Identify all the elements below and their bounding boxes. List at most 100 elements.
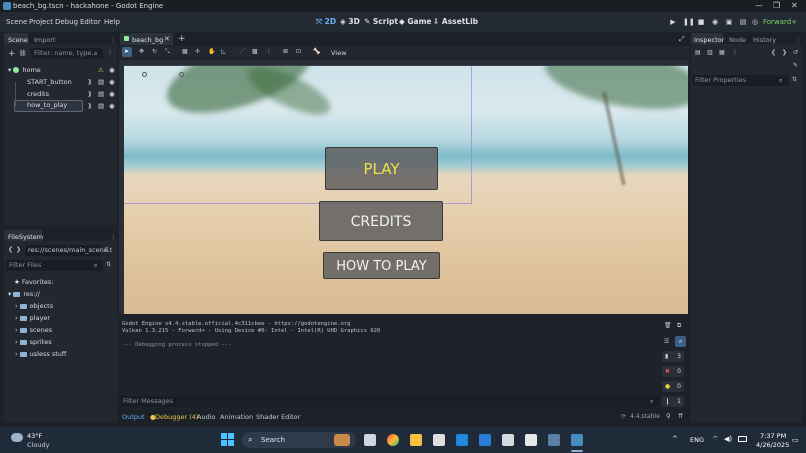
workspace-script[interactable]: ✎ Script — [364, 17, 398, 26]
tab-history[interactable]: History — [753, 36, 776, 44]
stop-icon[interactable]: ■ — [697, 18, 705, 26]
distraction-free-icon[interactable]: ⤢ — [679, 35, 685, 44]
favorites-row[interactable]: ★ Favorites: — [14, 278, 53, 286]
rotate-tool-icon[interactable]: ↻ — [152, 48, 157, 55]
tab-shader-editor[interactable]: Shader Editor — [256, 413, 300, 421]
renderer-select[interactable]: Forward+ — [763, 18, 797, 26]
how-to-play-button[interactable]: HOW TO PLAY — [323, 252, 440, 279]
move-tool-icon[interactable]: ✥ — [139, 48, 144, 55]
anchor-handle[interactable] — [179, 72, 184, 77]
copilot-icon[interactable] — [387, 434, 399, 446]
search-log-icon[interactable]: ⌕ — [675, 336, 686, 347]
clock-time[interactable]: 7:37 PM — [760, 432, 786, 440]
app-icon-2[interactable] — [525, 434, 537, 446]
app-icon[interactable] — [502, 434, 514, 446]
tree-node-start-button[interactable]: START_button ⟫ ▤ ◉ — [8, 78, 116, 86]
dock-menu-icon[interactable]: ⋮ — [110, 36, 117, 44]
pan-tool-icon[interactable]: ✋ — [208, 48, 215, 55]
property-options-icon[interactable]: ⇅ — [792, 76, 797, 83]
outlook-icon[interactable] — [456, 434, 468, 446]
dock-menu-icon[interactable]: ⋮ — [110, 233, 117, 241]
menu-editor[interactable]: Editor — [80, 18, 101, 26]
lock-icon[interactable]: ⊠ — [283, 48, 288, 55]
tab-animation[interactable]: Animation — [220, 413, 253, 421]
play-project-icon[interactable]: ▶ — [669, 18, 677, 26]
script-icon[interactable]: ▤ — [98, 102, 104, 110]
visibility-icon[interactable]: ◉ — [109, 78, 115, 86]
workspace-assetlib[interactable]: ⇩ AssetLib — [433, 17, 478, 26]
scale-tool-icon[interactable]: ⤡ — [165, 48, 170, 56]
tool-icon[interactable]: ✎ — [793, 62, 798, 69]
split-view-icon[interactable]: ▯ — [105, 246, 108, 253]
copy-log-icon[interactable]: ⧉ — [677, 322, 681, 330]
movie-maker-icon[interactable]: ◎ — [751, 18, 759, 26]
folder-sprites[interactable]: › sprites — [15, 338, 52, 346]
errors-filter-button[interactable]: ✖ 0 — [662, 366, 684, 377]
back-icon[interactable]: ❮ — [8, 246, 13, 253]
taskbar-search-box[interactable]: ⌕ Search — [242, 432, 356, 448]
folder-usless-stuff[interactable]: › usless stuff — [15, 350, 66, 358]
menu-debug[interactable]: Debug — [55, 18, 78, 26]
forward-icon[interactable]: ❯ — [16, 246, 21, 253]
workspace-game[interactable]: ◆ Game — [399, 17, 432, 26]
play-button[interactable]: PLAY — [325, 147, 438, 190]
path-input[interactable]: res://scenes/main_scene.t — [25, 245, 112, 256]
weather-temp[interactable]: 43°F — [27, 432, 42, 440]
tree-node-how-to-play[interactable]: how_to_play — [14, 100, 83, 112]
tray-chevron-icon[interactable]: ^ — [672, 435, 678, 443]
messages-filter-button[interactable]: ▮ 3 — [662, 351, 684, 362]
scene-filter-input[interactable]: Filter: name, type... — [31, 48, 103, 59]
clock-date[interactable]: 4/26/2025 — [756, 441, 789, 449]
wifi-icon[interactable]: ⌔ — [712, 435, 719, 444]
anchor-handle[interactable] — [142, 72, 147, 77]
add-node-icon[interactable]: + — [8, 49, 16, 59]
expand-panel-icon[interactable]: ⇈ — [678, 412, 683, 420]
new-resource-icon[interactable]: ▤ — [695, 49, 701, 56]
bone-icon[interactable]: 🦴 — [313, 48, 320, 55]
selectable-tool-icon[interactable]: ▦ — [182, 48, 188, 55]
object-history-icon[interactable]: ↺ — [793, 49, 798, 56]
signal-icon[interactable]: ⟫ — [88, 102, 92, 110]
history-forward-icon[interactable]: ❯ — [782, 49, 787, 56]
task-view-icon[interactable] — [364, 434, 376, 446]
folder-objects[interactable]: › objects — [15, 302, 53, 310]
pause-icon[interactable]: ❚❚ — [683, 18, 695, 26]
store-icon[interactable] — [433, 434, 445, 446]
credits-button[interactable]: CREDITS — [319, 201, 443, 241]
app-icon-3[interactable] — [548, 434, 560, 446]
godot-taskbar-icon[interactable] — [571, 434, 583, 446]
canvas-viewport[interactable]: PLAY CREDITS HOW TO PLAY — [124, 66, 688, 314]
warning-icon[interactable]: ⚠ — [98, 66, 104, 74]
close-window-button[interactable]: ✕ — [791, 1, 798, 10]
scene-tab-beach-bg[interactable]: beach_bg ✕ — [120, 33, 173, 45]
pin-icon[interactable]: ⚲ — [666, 412, 671, 420]
save-resource-icon[interactable]: ▦ — [719, 49, 725, 56]
folder-res[interactable]: ▾ res:// — [8, 290, 40, 298]
scene-menu-icon[interactable]: ⋮ — [107, 49, 113, 56]
tree-node-home[interactable]: ▾ home ⚠ ◉ — [8, 66, 116, 74]
ruler-tool-icon[interactable]: ◺ — [221, 48, 226, 55]
sort-icon[interactable]: ⇅ — [106, 261, 111, 268]
link-icon[interactable]: ⛓ — [19, 50, 27, 57]
collapse-icon[interactable]: ☰ — [664, 338, 669, 345]
remote-debug-icon[interactable]: ◉ — [711, 18, 719, 26]
play-custom-scene-icon[interactable]: ▤ — [739, 18, 747, 26]
group-icon[interactable]: ⊡ — [296, 48, 301, 55]
folder-scenes[interactable]: › scenes — [15, 326, 52, 334]
visibility-icon[interactable]: ◉ — [109, 102, 115, 110]
tab-audio[interactable]: Audio — [197, 413, 215, 421]
warnings-filter-button[interactable]: ● 0 — [662, 381, 684, 392]
tab-import[interactable]: Import — [34, 36, 56, 44]
weather-desc[interactable]: Cloudy — [27, 441, 49, 449]
snap-options-icon[interactable]: ⋮ — [266, 48, 272, 55]
tab-debugger[interactable]: Debugger (4) — [155, 413, 198, 421]
workspace-2d[interactable]: ⤧ 2D — [316, 17, 336, 27]
history-back-icon[interactable]: ❮ — [771, 49, 776, 56]
open-resource-icon[interactable]: ▥ — [707, 49, 713, 56]
maximize-button[interactable]: ❐ — [773, 1, 780, 10]
battery-icon[interactable] — [738, 436, 747, 442]
extra-options-icon[interactable]: ⋮ — [732, 49, 738, 56]
signal-icon[interactable]: ⟫ — [88, 78, 92, 86]
grid-snap-icon[interactable]: ▩ — [252, 48, 258, 55]
menu-scene[interactable]: Scene — [6, 18, 27, 26]
